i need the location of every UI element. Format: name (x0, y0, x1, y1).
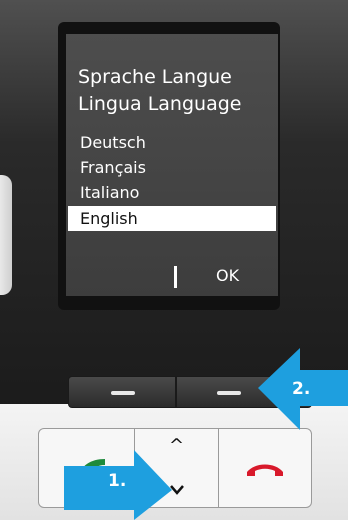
side-edge (0, 175, 12, 295)
end-call-icon (247, 464, 283, 476)
callout-label-step1: 1. (108, 471, 127, 491)
softkey-bar: OK (66, 254, 278, 296)
display: Sprache Langue Lingua Language Deutsch F… (66, 34, 278, 296)
language-option-francais[interactable]: Français (68, 155, 276, 180)
softkey-divider (174, 266, 177, 288)
language-option-deutsch[interactable]: Deutsch (68, 130, 276, 155)
end-call-key[interactable] (219, 429, 311, 507)
language-option-italiano[interactable]: Italiano (68, 180, 276, 205)
left-soft-key[interactable] (68, 376, 176, 408)
callout-label-step2: 2. (292, 379, 311, 399)
menu-title-line2: Lingua Language (78, 93, 242, 115)
softkey-ok-label: OK (216, 266, 240, 285)
menu-title: Sprache Langue Lingua Language (78, 64, 241, 118)
dash-icon (111, 391, 135, 395)
menu-title-line1: Sprache Langue (78, 66, 232, 88)
dash-icon (217, 391, 241, 395)
language-option-english[interactable]: English (68, 206, 276, 231)
